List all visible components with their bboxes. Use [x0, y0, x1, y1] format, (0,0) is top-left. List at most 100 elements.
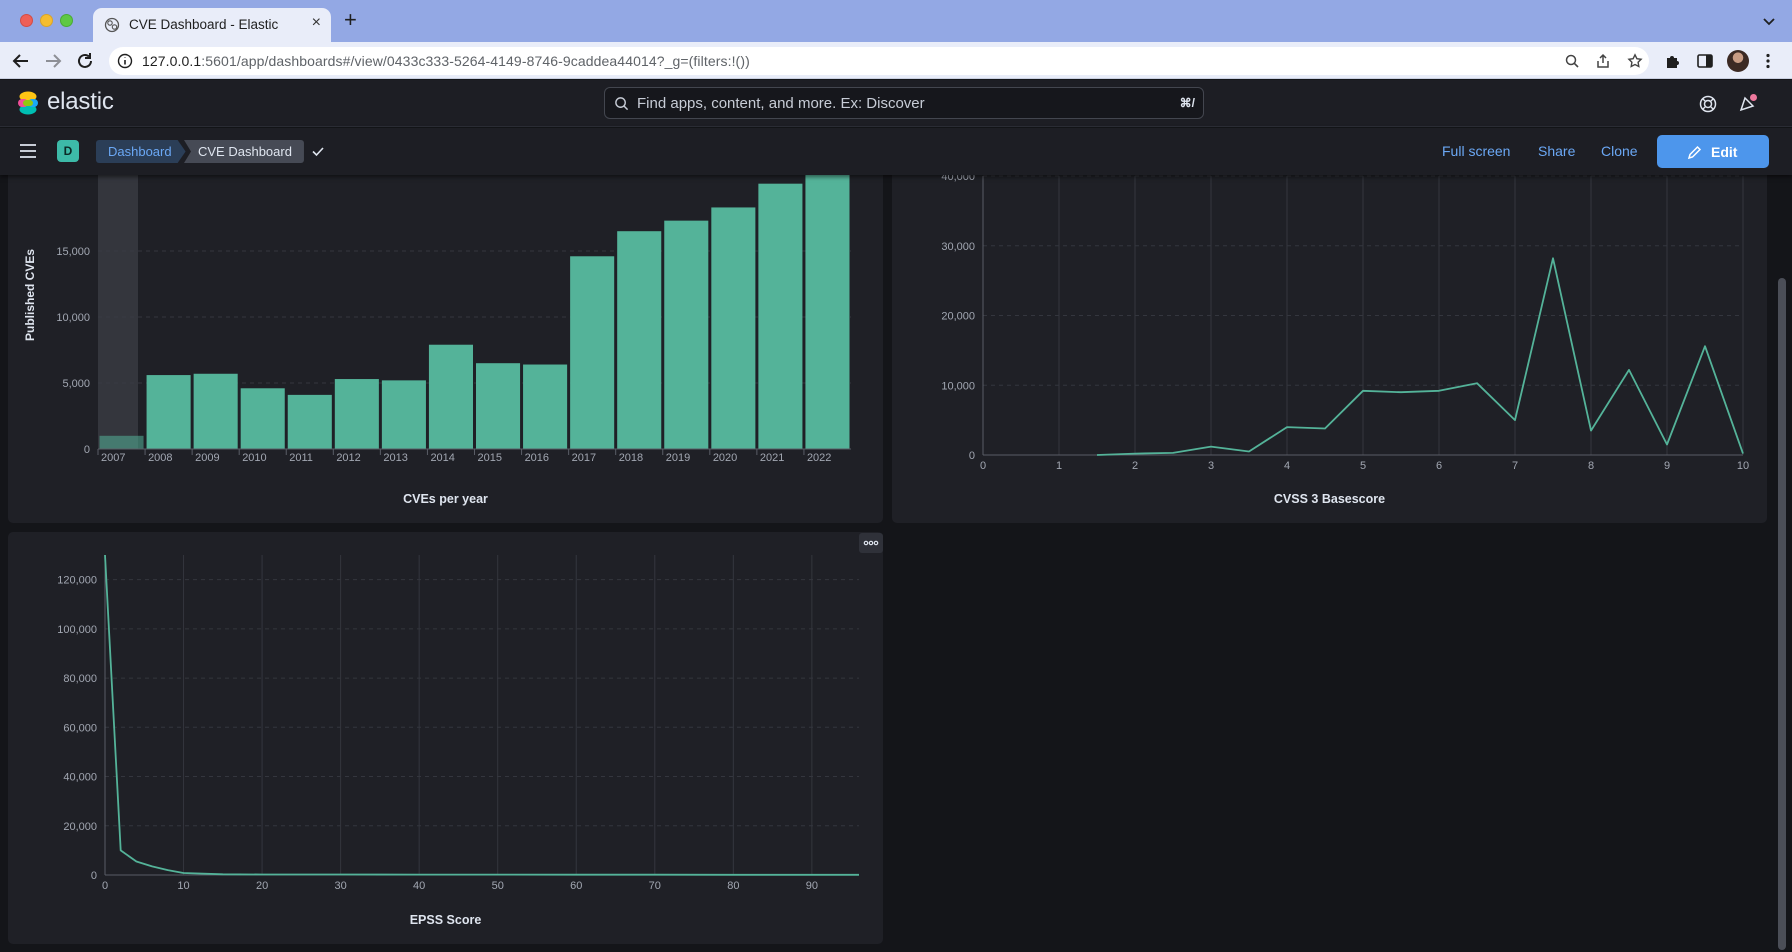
x-tick-label: 2020 — [713, 452, 737, 464]
x-tick-label: 2014 — [430, 452, 454, 464]
bar — [428, 344, 473, 449]
y-tick-label: 10,000 — [941, 380, 975, 392]
x-tick-label: 40 — [413, 880, 425, 892]
elastic-brand[interactable]: elastic — [47, 88, 114, 116]
x-tick-label: 2 — [1132, 460, 1138, 472]
breadcrumb-dashboard[interactable]: Dashboard — [96, 140, 186, 163]
x-tick-label: 2007 — [101, 452, 125, 464]
forward-icon[interactable] — [42, 50, 64, 72]
url-text: 127.0.0.1:5601/app/dashboards#/view/0433… — [142, 53, 750, 69]
bar — [523, 364, 568, 449]
menu-icon[interactable] — [19, 143, 37, 159]
x-tick-label: 2011 — [289, 452, 313, 464]
elastic-logo-icon[interactable] — [16, 91, 40, 115]
x-tick-label: 30 — [335, 880, 347, 892]
x-tick-label: 90 — [806, 880, 818, 892]
y-tick-label: 10,000 — [56, 312, 90, 324]
x-tick-label: 2010 — [242, 452, 266, 464]
y-tick-label: 80,000 — [63, 673, 97, 685]
profile-avatar[interactable] — [1727, 50, 1749, 72]
clone-button[interactable]: Clone — [1601, 143, 1638, 159]
x-tick-label: 2021 — [760, 452, 784, 464]
space-avatar[interactable]: D — [57, 140, 79, 162]
edit-button[interactable]: Edit — [1657, 135, 1769, 168]
search-shortcut: ⌘/ — [1179, 96, 1195, 110]
x-tick-label: 3 — [1208, 460, 1214, 472]
x-tick-label: 2008 — [148, 452, 172, 464]
bar — [476, 363, 521, 449]
sidebar-icon[interactable] — [1696, 52, 1714, 70]
bar — [99, 435, 144, 449]
panel-cvss-basescore: 0 1 2 3 4 5 6 7 8 9 10 0 10,000 20,000 30,000 40,000 CV… — [892, 150, 1767, 523]
epss-score-chart: 0 10 20 30 40 50 60 70 80 90 0 20,000 40,000 60,000 80… — [57, 554, 859, 892]
series-line — [1096, 257, 1744, 456]
bar — [617, 231, 662, 449]
y-tick-label: 20,000 — [941, 311, 975, 323]
bar — [193, 373, 238, 449]
site-info-icon[interactable] — [117, 53, 133, 69]
y-axis-label: Published CVEs — [23, 249, 37, 341]
tab-title: CVE Dashboard - Elastic — [129, 17, 279, 32]
reload-icon[interactable] — [74, 50, 96, 72]
extensions-icon[interactable] — [1664, 52, 1682, 70]
cvss-basescore-chart: 0 1 2 3 4 5 6 7 8 9 10010,00020,00030,00040,000 — [941, 171, 1749, 472]
x-tick-label: 1 — [1056, 460, 1062, 472]
global-search-input[interactable]: Find apps, content, and more. Ex: Discov… — [604, 87, 1204, 119]
y-tick-label: 0 — [91, 870, 97, 882]
window-zoom-button[interactable] — [60, 14, 73, 27]
highlight-band — [98, 150, 139, 449]
x-tick-label: 2013 — [383, 452, 407, 464]
kibana-header: elastic Find apps, content, and more. Ex… — [0, 80, 1792, 127]
x-tick-label: 60 — [570, 880, 582, 892]
x-tick-label: 50 — [492, 880, 504, 892]
address-bar[interactable]: 127.0.0.1:5601/app/dashboards#/view/0433… — [109, 47, 1649, 75]
chart-title: CVEs per year — [403, 492, 488, 506]
share-page-icon[interactable] — [1595, 53, 1611, 69]
new-tab-button[interactable]: + — [344, 9, 357, 31]
page-scrollbar[interactable] — [1778, 278, 1786, 950]
bar — [711, 207, 756, 449]
x-tick-label: 2022 — [807, 452, 831, 464]
y-tick-label: 5,000 — [62, 378, 90, 390]
x-tick-label: 2009 — [195, 452, 219, 464]
full-screen-button[interactable]: Full screen — [1442, 143, 1510, 159]
y-tick-label: 20,000 — [63, 821, 97, 833]
window-close-button[interactable] — [20, 14, 33, 27]
y-tick-label: 100,000 — [57, 624, 97, 636]
edit-label: Edit — [1711, 144, 1738, 160]
share-button[interactable]: Share — [1538, 143, 1575, 159]
x-tick-label: 2015 — [478, 452, 502, 464]
x-tick-label: 9 — [1664, 460, 1670, 472]
help-icon[interactable] — [1698, 94, 1718, 114]
bookmark-star-icon[interactable] — [1627, 53, 1643, 69]
x-tick-label: 2019 — [666, 452, 690, 464]
x-tick-label: 20 — [256, 880, 268, 892]
browser-tab[interactable]: CVE Dashboard - Elastic × — [93, 8, 331, 42]
y-tick-label: 15,000 — [56, 246, 90, 258]
newsfeed-icon[interactable] — [1738, 93, 1758, 113]
breadcrumb-current: CVE Dashboard — [184, 140, 304, 163]
x-tick-label: 7 — [1512, 460, 1518, 472]
x-tick-label: 6 — [1436, 460, 1442, 472]
x-tick-label: 2018 — [619, 452, 643, 464]
bar — [758, 183, 803, 449]
browser-menu-icon[interactable] — [1759, 52, 1777, 70]
kibana-favicon-icon — [104, 17, 120, 33]
back-icon[interactable] — [10, 50, 32, 72]
bar — [570, 256, 615, 449]
bar — [287, 394, 332, 449]
x-tick-label: 10 — [177, 880, 189, 892]
tab-close-icon[interactable]: × — [312, 14, 321, 32]
zoom-icon[interactable] — [1564, 53, 1580, 69]
pencil-icon — [1687, 145, 1702, 160]
x-tick-label: 0 — [102, 880, 108, 892]
x-tick-label: 80 — [727, 880, 739, 892]
chart-title: EPSS Score — [409, 913, 482, 927]
search-icon — [615, 97, 629, 111]
window-minimize-button[interactable] — [40, 14, 53, 27]
panel-epss-score: 0 10 20 30 40 50 60 70 80 90 0 20,000 40,000 60,000 80… — [8, 532, 883, 944]
bar — [146, 375, 191, 449]
panel-options-button[interactable] — [859, 533, 883, 553]
y-tick-label: 40,000 — [63, 772, 97, 784]
chevron-down-icon[interactable] — [1760, 12, 1778, 30]
